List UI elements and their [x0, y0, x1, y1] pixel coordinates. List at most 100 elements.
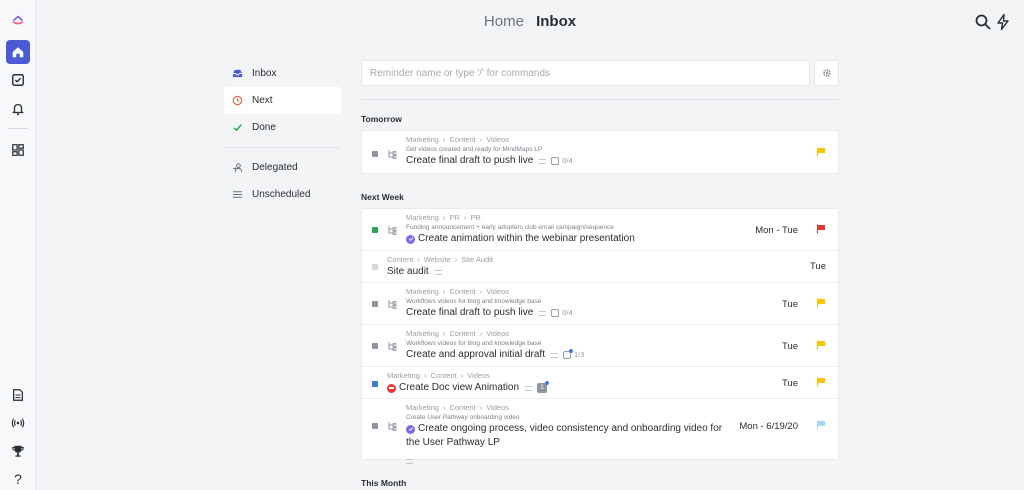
attachment-badge[interactable]: 1	[537, 381, 550, 393]
flag-icon[interactable]	[816, 147, 826, 157]
status-indicator[interactable]	[372, 264, 378, 270]
due-date[interactable]: Tue	[782, 378, 798, 389]
crumb[interactable]: PR	[449, 213, 459, 222]
checklist-count: 1/3	[573, 350, 585, 359]
bell-icon[interactable]	[6, 97, 30, 121]
task-meta: 0/4	[539, 306, 573, 320]
task-row[interactable]: Marketing › PR › PR Funding announcement + e…	[362, 209, 838, 251]
crumb[interactable]: Marketing	[406, 287, 439, 296]
lightning-icon[interactable]	[994, 13, 1012, 31]
section-card-next-week: Marketing › PR › PR Funding announcement + e…	[361, 208, 839, 464]
task-description: Workflows videos for blog and knowledge …	[406, 340, 542, 347]
due-date[interactable]: Mon - Tue	[755, 225, 798, 236]
status-indicator[interactable]	[372, 381, 378, 387]
task-row[interactable]: Content › Website › Site Audit Site audit Tu…	[362, 251, 838, 283]
search-icon[interactable]	[974, 13, 992, 31]
status-indicator[interactable]	[372, 301, 378, 307]
crumb[interactable]: Website	[424, 255, 451, 264]
crumb[interactable]: Videos	[486, 329, 509, 338]
home-link[interactable]: Home	[484, 13, 524, 30]
crumb[interactable]: Content	[430, 371, 456, 380]
status-check-icon	[406, 424, 415, 434]
doc-icon[interactable]	[6, 383, 30, 407]
task-title-line: Create final draft to push live 0/4	[406, 306, 838, 320]
flag-icon[interactable]	[816, 224, 826, 234]
crumb[interactable]: Videos	[486, 135, 509, 144]
checklist-icon	[551, 157, 560, 165]
task-title-continued[interactable]: the User Pathway LP	[406, 436, 500, 450]
crumb[interactable]: Content	[449, 287, 475, 296]
gear-icon	[822, 69, 831, 77]
crumb[interactable]: Marketing	[406, 135, 439, 144]
due-date[interactable]: Tue	[810, 261, 826, 272]
task-title[interactable]: Create final draft to push live	[406, 306, 533, 320]
checklist-icon	[551, 309, 560, 317]
crumb[interactable]: Marketing	[406, 213, 439, 222]
status-indicator[interactable]	[372, 343, 378, 349]
task-title[interactable]: Create Doc view Animation	[399, 381, 519, 395]
chevron-right-icon: ›	[442, 329, 446, 338]
task-meta: 1	[525, 381, 550, 393]
checklist-count: 0/4	[562, 156, 573, 165]
crumb[interactable]: Content	[449, 403, 475, 412]
clickup-logo[interactable]	[6, 6, 30, 30]
menu-item-done[interactable]: Done	[224, 114, 341, 141]
flag-icon[interactable]	[816, 377, 826, 387]
subtask-icon	[388, 422, 397, 431]
crumb[interactable]: Marketing	[406, 403, 439, 412]
crumb[interactable]: Marketing	[387, 371, 420, 380]
flag-icon[interactable]	[816, 298, 826, 308]
status-indicator[interactable]	[372, 151, 378, 157]
menu-item-inbox[interactable]: Inbox	[224, 60, 341, 87]
task-breadcrumb: Marketing › Content › Videos	[387, 371, 838, 381]
crumb[interactable]: Videos	[486, 287, 509, 296]
help-icon[interactable]: ?	[6, 467, 30, 490]
reminder-input[interactable]	[361, 60, 810, 86]
crumb[interactable]: Content	[449, 135, 475, 144]
task-title[interactable]: Create ongoing process, video consistenc…	[418, 422, 722, 436]
task-title[interactable]: Create animation within the webinar pres…	[418, 232, 635, 246]
flag-icon[interactable]	[816, 420, 826, 430]
checklist-count: 0/4	[562, 308, 573, 317]
task-title[interactable]: Site audit	[387, 265, 429, 279]
home-icon[interactable]	[6, 40, 30, 64]
checklist-icon	[562, 349, 573, 359]
menu-item-unscheduled[interactable]: Unscheduled	[224, 181, 341, 208]
description-icon	[539, 158, 547, 164]
crumb[interactable]: Marketing	[406, 329, 439, 338]
dashboard-icon[interactable]	[6, 138, 30, 162]
chevron-right-icon: ›	[442, 403, 446, 412]
task-meta: 0/4	[539, 154, 573, 168]
inbox-title: Inbox	[536, 13, 577, 30]
menu-item-delegated[interactable]: Delegated	[224, 154, 341, 181]
due-date[interactable]: Mon - 6/19/20	[739, 421, 798, 432]
task-row[interactable]: Marketing › Content › Videos Create Doc view…	[362, 367, 838, 399]
task-row[interactable]: Marketing › Content › Videos Workflows video…	[362, 283, 838, 325]
task-breadcrumb: Marketing › PR › PR	[406, 213, 838, 223]
crumb[interactable]: Videos	[467, 371, 490, 380]
due-date[interactable]: Tue	[782, 341, 798, 352]
crumb[interactable]: Site Audit	[461, 255, 493, 264]
status-indicator[interactable]	[372, 423, 378, 429]
crumb[interactable]: Content	[449, 329, 475, 338]
task-row[interactable]: Marketing › Content › Videos Workflows video…	[362, 325, 838, 367]
broadcast-icon[interactable]	[6, 411, 30, 435]
check-square-icon[interactable]	[6, 68, 30, 92]
menu-item-next[interactable]: Next	[224, 87, 341, 114]
status-indicator[interactable]	[372, 227, 378, 233]
task-meta	[434, 269, 447, 275]
task-title[interactable]: Create final draft to push live	[406, 154, 533, 168]
task-title[interactable]: Create and approval initial draft	[406, 348, 545, 362]
task-row[interactable]: Marketing › Content › Videos Get videos crea…	[362, 131, 838, 173]
crumb[interactable]: Videos	[486, 403, 509, 412]
settings-button[interactable]	[814, 60, 839, 86]
flag-icon[interactable]	[816, 340, 826, 350]
crumb[interactable]: PR	[470, 213, 480, 222]
crumb[interactable]: Content	[387, 255, 413, 264]
task-row[interactable]: Marketing › Content › Videos Create User Pat…	[362, 399, 838, 464]
due-date[interactable]: Tue	[782, 299, 798, 310]
task-meta: 1/3	[550, 348, 585, 362]
trophy-icon[interactable]	[6, 439, 30, 463]
description-icon	[525, 385, 533, 391]
menu-label-inbox: Inbox	[252, 68, 277, 79]
